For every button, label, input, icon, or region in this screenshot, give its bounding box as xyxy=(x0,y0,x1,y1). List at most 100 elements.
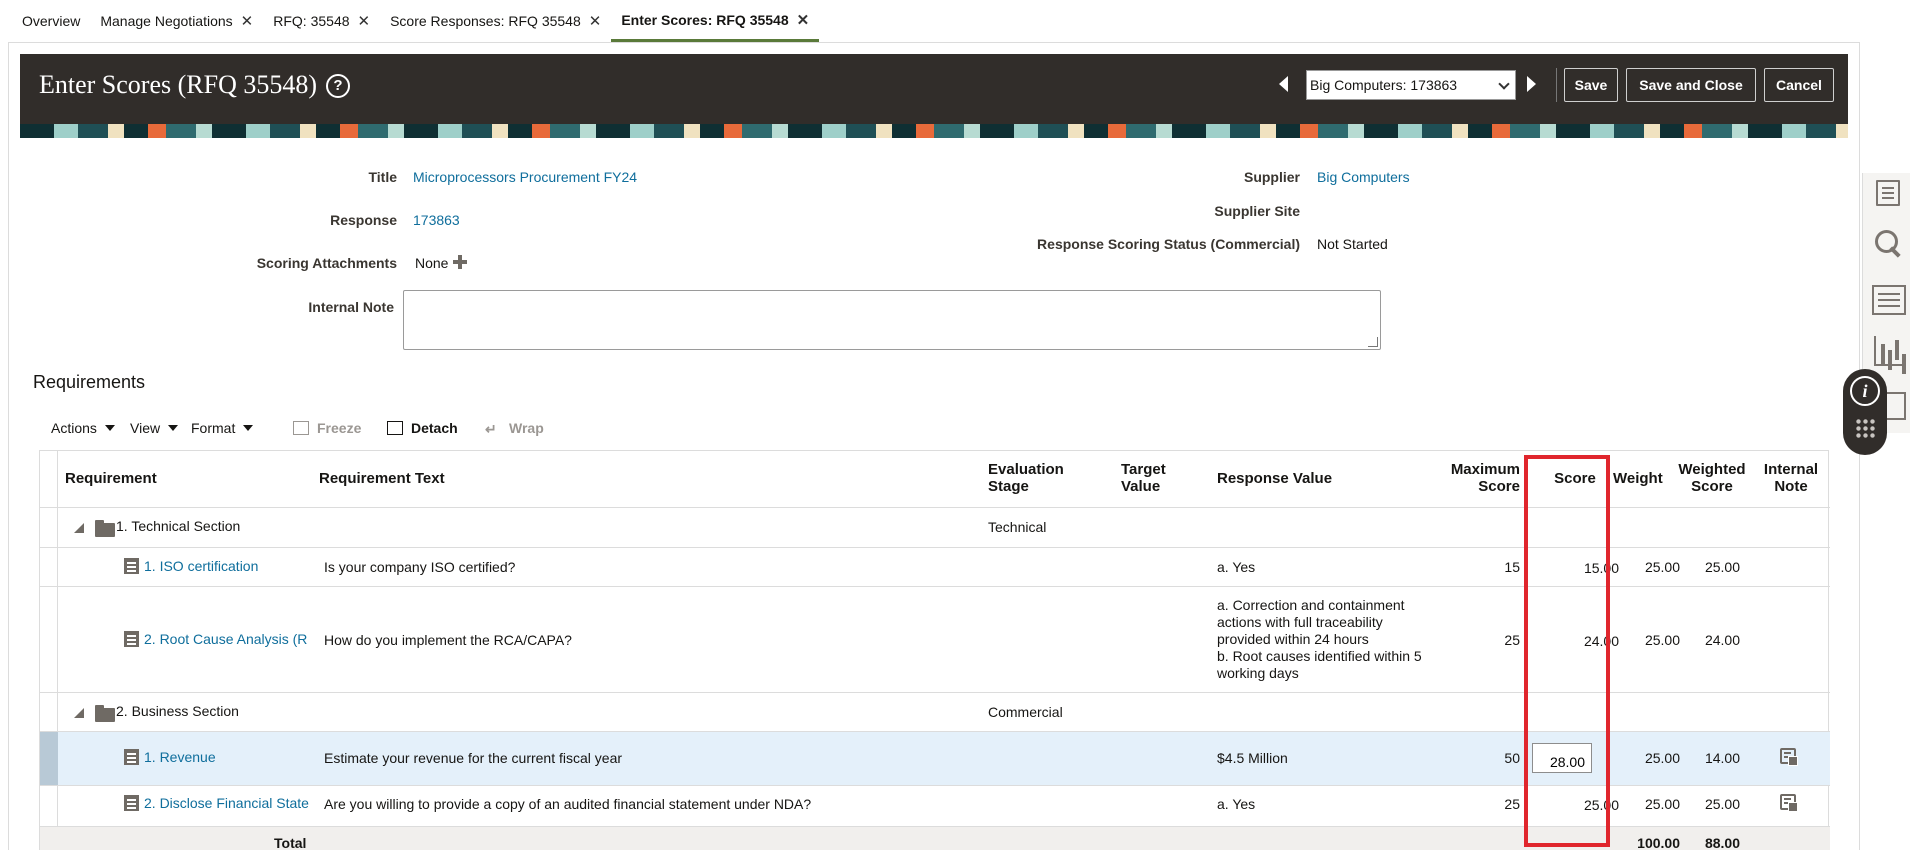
maximum-score: 50 xyxy=(1504,750,1520,766)
floating-toolbar: i xyxy=(1843,369,1887,455)
page-title: Enter Scores (RFQ 35548) xyxy=(39,70,318,99)
col-header-weighted-score[interactable]: Weighted Score xyxy=(1672,461,1752,495)
save-button[interactable]: Save xyxy=(1564,68,1618,102)
col-header-internal-note[interactable]: Internal Note xyxy=(1756,461,1826,495)
wrap-icon: ↵ xyxy=(485,421,497,437)
tab-label: Manage Negotiations xyxy=(100,13,233,29)
prev-arrow-icon[interactable] xyxy=(1279,76,1288,92)
divider xyxy=(40,586,1830,587)
bar-chart-icon[interactable] xyxy=(1874,336,1904,366)
format-menu[interactable]: Format xyxy=(191,420,254,436)
next-arrow-icon[interactable] xyxy=(1527,76,1536,92)
score-value[interactable]: 15.00 xyxy=(1550,560,1619,577)
scoring-status-label: Response Scoring Status (Commercial) xyxy=(1037,236,1300,252)
document-list-icon[interactable] xyxy=(1876,180,1900,206)
note-icon[interactable] xyxy=(1780,748,1798,766)
section-stage: Technical xyxy=(988,519,1047,535)
row-selector[interactable] xyxy=(40,732,58,785)
requirement-link[interactable]: 2. Disclose Financial State xyxy=(144,795,314,812)
internal-note-field[interactable] xyxy=(403,290,1381,350)
document-icon xyxy=(124,631,139,647)
supplier-select[interactable]: Big Computers: 173863 xyxy=(1306,70,1516,100)
chevron-down-icon xyxy=(1498,78,1510,90)
supplier-link[interactable]: Big Computers xyxy=(1317,169,1410,185)
tab-rfq[interactable]: RFQ: 35548 ✕ xyxy=(263,0,380,42)
detach-icon xyxy=(387,421,403,435)
note-icon[interactable] xyxy=(1780,794,1798,812)
weight-value: 25.00 xyxy=(1644,750,1680,766)
total-weight: 100.00 xyxy=(1637,835,1680,850)
cancel-button[interactable]: Cancel xyxy=(1764,68,1834,102)
scoring-attachments-label: Scoring Attachments xyxy=(256,255,397,271)
search-icon[interactable] xyxy=(1875,230,1899,256)
col-header-evaluation-stage[interactable]: Evaluation Stage xyxy=(988,461,1064,495)
caret-down-icon xyxy=(168,425,179,431)
freeze-label: Freeze xyxy=(317,420,362,436)
response-line: b. Root causes identified within 5 xyxy=(1217,648,1422,664)
caret-down-icon xyxy=(104,425,115,431)
col-header-weight[interactable]: Weight xyxy=(1613,470,1663,487)
weight-value: 25.00 xyxy=(1644,796,1680,812)
col-header-requirement[interactable]: Requirement xyxy=(65,470,157,487)
info-icon[interactable]: i xyxy=(1850,376,1880,406)
col-header-response-value[interactable]: Response Value xyxy=(1217,470,1332,487)
help-icon[interactable]: ? xyxy=(326,74,350,98)
weighted-score-value: 25.00 xyxy=(1704,796,1740,812)
requirement-link[interactable]: 1. Revenue xyxy=(144,749,314,766)
col-header-target-value[interactable]: Target Value xyxy=(1121,461,1166,495)
tab-score-responses[interactable]: Score Responses: RFQ 35548 ✕ xyxy=(380,0,611,42)
close-icon[interactable]: ✕ xyxy=(241,12,254,30)
response-value: a. Yes xyxy=(1217,559,1256,575)
title-link[interactable]: Microprocessors Procurement FY24 xyxy=(413,169,637,185)
detach-button[interactable]: Detach xyxy=(387,420,458,436)
col-header-score[interactable]: Score xyxy=(1540,470,1610,487)
save-and-close-button[interactable]: Save and Close xyxy=(1626,68,1756,102)
score-value[interactable]: 24.00 xyxy=(1550,633,1619,650)
requirement-text: Is your company ISO certified? xyxy=(324,559,516,575)
col-header-maximum-score[interactable]: Maximum Score xyxy=(1420,461,1520,495)
caret-down-icon xyxy=(243,425,254,431)
requirement-link[interactable]: 2. Root Cause Analysis (R xyxy=(144,631,314,648)
close-icon[interactable]: ✕ xyxy=(797,11,810,29)
freeze-button: Freeze xyxy=(293,420,361,436)
tab-overview[interactable]: Overview xyxy=(12,0,90,42)
supplier-site-label: Supplier Site xyxy=(1214,203,1300,219)
score-input[interactable] xyxy=(1532,743,1592,773)
scoring-attachments-value: None xyxy=(415,255,449,271)
collapse-triangle-icon[interactable] xyxy=(74,523,84,533)
response-label: Response xyxy=(330,212,397,228)
resize-handle[interactable] xyxy=(1368,337,1378,347)
row-selector-gutter xyxy=(40,451,58,850)
col-header-line: Note xyxy=(1774,478,1808,495)
tab-manage-negotiations[interactable]: Manage Negotiations ✕ xyxy=(90,0,263,42)
maximum-score: 15 xyxy=(1504,559,1520,575)
internal-note-label: Internal Note xyxy=(308,299,394,315)
col-header-line: Score xyxy=(1691,478,1733,495)
col-header-requirement-text[interactable]: Requirement Text xyxy=(319,470,445,487)
total-weighted-score: 88.00 xyxy=(1704,835,1740,850)
actions-menu-label: Actions xyxy=(51,420,97,436)
col-header-line: Value xyxy=(1121,478,1161,495)
requirement-text: How do you implement the RCA/CAPA? xyxy=(324,632,572,648)
calendar-icon[interactable] xyxy=(1884,392,1906,420)
wrap-label: Wrap xyxy=(509,420,544,436)
requirement-link[interactable]: 1. ISO certification xyxy=(144,558,314,575)
response-line: working days xyxy=(1217,665,1299,681)
document-icon xyxy=(124,749,139,765)
response-link[interactable]: 173863 xyxy=(413,212,460,228)
freeze-icon xyxy=(293,421,309,435)
collapse-triangle-icon[interactable] xyxy=(74,708,84,718)
list-icon[interactable] xyxy=(1872,285,1906,315)
drag-handle-icon[interactable] xyxy=(1855,418,1875,438)
close-icon[interactable]: ✕ xyxy=(358,12,371,30)
view-menu[interactable]: View xyxy=(130,420,179,436)
score-value[interactable]: 25.00 xyxy=(1550,797,1619,814)
tab-label: Overview xyxy=(22,13,81,29)
actions-menu[interactable]: Actions xyxy=(51,420,115,436)
tab-label: RFQ: 35548 xyxy=(273,13,350,29)
divider xyxy=(40,507,1830,508)
tab-enter-scores[interactable]: Enter Scores: RFQ 35548 ✕ xyxy=(611,0,820,42)
close-icon[interactable]: ✕ xyxy=(589,12,602,30)
add-icon[interactable] xyxy=(453,255,467,269)
detach-label: Detach xyxy=(411,420,458,436)
